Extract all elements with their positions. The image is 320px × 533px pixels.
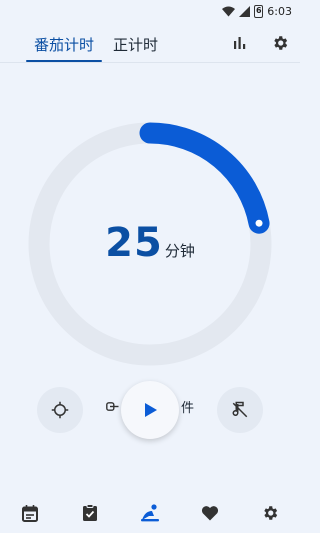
- crosshair-icon: [51, 401, 69, 419]
- status-time: 6:03: [267, 4, 292, 18]
- bottom-nav: [0, 500, 300, 528]
- battery-level: 6: [256, 5, 262, 15]
- gear-icon: [274, 36, 288, 50]
- calendar-icon: [22, 504, 38, 522]
- nav-calendar[interactable]: [19, 502, 41, 524]
- clipboard-check-icon: [83, 504, 97, 521]
- widget-label-right: 件: [180, 401, 194, 416]
- gear-icon: [264, 506, 278, 520]
- wifi-icon: [222, 6, 236, 16]
- bar-chart-icon: [234, 37, 246, 49]
- mute-icon: [232, 401, 248, 418]
- tab-pomodoro[interactable]: 番茄计时: [34, 34, 94, 55]
- settings-button[interactable]: [269, 32, 291, 54]
- heart-icon: [201, 506, 219, 521]
- timer-ring-progress: [139, 122, 270, 234]
- nav-settings[interactable]: [259, 502, 281, 524]
- link-icon: [106, 402, 119, 411]
- statistics-button[interactable]: [229, 32, 251, 54]
- focus-person-icon: [141, 504, 159, 522]
- sound-toggle-button[interactable]: [217, 387, 263, 433]
- nav-tasks[interactable]: [79, 502, 101, 524]
- signal-icon: [239, 5, 251, 17]
- play-icon: [145, 403, 157, 417]
- widget-left: [106, 397, 119, 416]
- nav-focus[interactable]: [139, 502, 161, 524]
- timer-value: 25: [105, 220, 163, 266]
- battery-icon: 6: [254, 4, 264, 18]
- timer-unit: 分钟: [164, 242, 195, 260]
- play-button[interactable]: [121, 381, 179, 439]
- focus-target-button[interactable]: [37, 387, 83, 433]
- tabs-divider: [0, 62, 300, 63]
- nav-favorites[interactable]: [199, 502, 221, 524]
- status-bar: 6 6:03: [0, 0, 300, 22]
- tab-stopwatch[interactable]: 正计时: [113, 34, 158, 55]
- timer-display: 25 分钟: [0, 220, 300, 266]
